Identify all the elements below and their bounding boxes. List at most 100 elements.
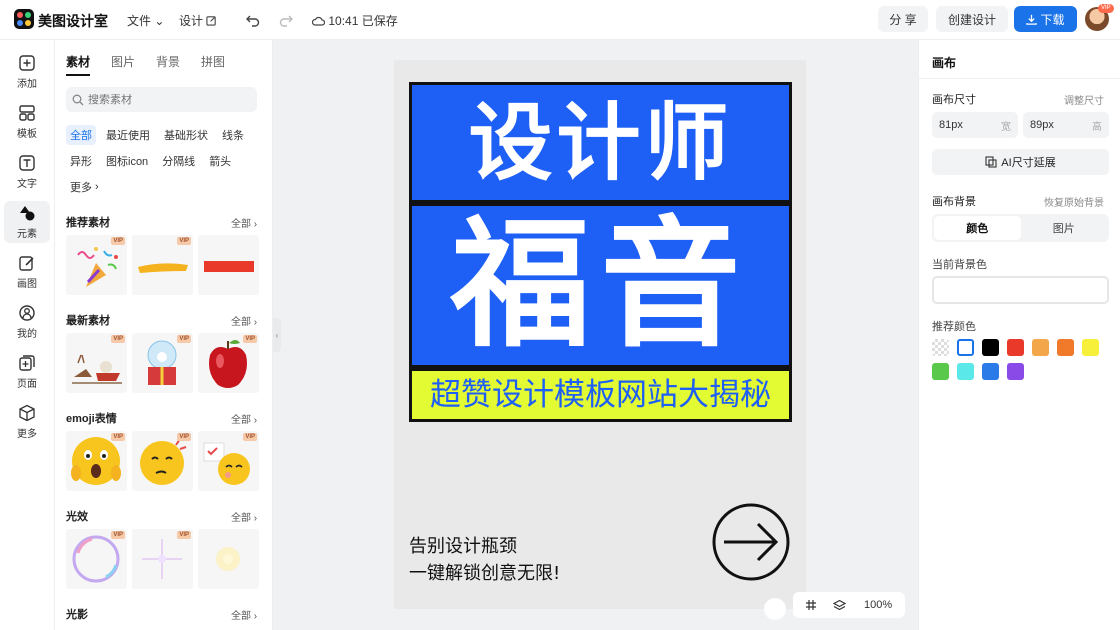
asset-tile-emoji-scared[interactable]: VIP [66,431,127,491]
search-box[interactable] [66,87,257,112]
collapse-panel-handle[interactable]: ‹ [273,318,281,352]
chip-recent[interactable]: 最近使用 [102,125,154,145]
chip-arrows[interactable]: 箭头 [205,151,235,171]
rail-item-elements[interactable]: 元素 [4,201,50,243]
cube-icon [19,404,35,422]
color-swatch[interactable] [982,339,999,356]
color-swatch[interactable] [1082,339,1099,356]
rail-item-template[interactable]: 模板 [4,101,50,143]
file-menu[interactable]: 文件 ⌄ [127,12,164,29]
asset-tile-yellow-stroke[interactable]: VIP [132,235,193,295]
restore-bg-link[interactable]: 恢复原始背景 [1044,194,1104,209]
toggle-color[interactable]: 颜色 [934,216,1021,240]
create-design-button[interactable]: 创建设计 [936,6,1008,32]
redo-icon[interactable] [276,10,296,30]
download-button[interactable]: 下载 [1014,6,1077,32]
asset-tile-red-bar[interactable] [198,235,259,295]
undo-icon[interactable] [243,10,263,30]
rail-item-more[interactable]: 更多 [4,401,50,443]
current-bg-color-field[interactable] [932,276,1109,304]
help-button[interactable] [764,598,786,620]
asset-tile-sleigh[interactable]: VIP [66,333,127,393]
asset-tile-emoji-checklist[interactable]: VIP [198,431,259,491]
design-menu[interactable]: 设计 [179,12,217,29]
share-button[interactable]: 分 享 [878,6,928,32]
color-swatch[interactable] [957,339,974,356]
filter-chips: 全部 最近使用 基础形状 线条 异形 图标icon 分隔线 箭头 更多 › [66,125,266,197]
tab-backgrounds[interactable]: 背景 [156,53,180,76]
headline-line2[interactable]: 福音 [409,203,792,368]
color-swatch[interactable] [1007,339,1024,356]
design-canvas[interactable]: 设计师 福音 超赞设计模板网站大揭秘 告别设计瓶颈 一键解锁创意无限! [394,60,806,609]
layers-icon[interactable] [833,599,846,612]
all-label: 全部 [231,611,251,622]
tab-collage[interactable]: 拼图 [201,53,225,76]
asset-tile-party-popper[interactable]: VIP [66,235,127,295]
rail-item-draw[interactable]: 画图 [4,251,50,293]
asset-tile-emoji-thinking[interactable]: VIP [132,431,193,491]
chip-basic-shapes[interactable]: 基础形状 [160,125,212,145]
zoom-level[interactable]: 100% [864,599,892,611]
canvas-bg-label: 画布背景 [932,196,976,208]
headline-line1[interactable]: 设计师 [409,82,792,203]
tab-materials[interactable]: 素材 [66,53,91,76]
asset-tile-sparkle[interactable]: VIP [132,529,193,589]
current-bg-label: 当前背景色 [932,259,987,271]
arrow-circle-icon[interactable] [712,503,790,581]
subheadline-banner[interactable]: 超赞设计模板网站大揭秘 [409,368,792,422]
chip-all[interactable]: 全部 [66,125,96,145]
width-field[interactable]: 81px 宽 [932,112,1018,138]
color-swatch[interactable] [1007,363,1024,380]
tagline-line2[interactable]: 一键解锁创意无限! [409,559,560,585]
chip-more[interactable]: 更多 › [66,177,103,197]
rail-label: 我的 [17,329,37,340]
adjust-size-link[interactable]: 调整尺寸 [1064,92,1104,107]
section-all-link[interactable]: 全部 › [231,313,257,328]
rail-item-pages[interactable]: 页面 [4,351,50,393]
asset-tile-glow[interactable] [198,529,259,589]
design-menu-label: 设计 [179,14,204,28]
chevron-down-icon: ⌄ [154,14,165,28]
tagline-line1[interactable]: 告别设计瓶颈 [409,532,517,558]
section-all-link[interactable]: 全部 › [231,509,257,524]
asset-tile-snow-globe[interactable]: VIP [132,333,193,393]
ai-extend-label: AI尺寸延展 [1001,157,1056,169]
grid-icon[interactable] [805,599,817,611]
app-logo-icon[interactable] [14,9,34,29]
chip-lines[interactable]: 线条 [218,125,248,145]
chip-dividers[interactable]: 分隔线 [158,151,199,171]
ai-extend-button[interactable]: AI尺寸延展 [932,149,1109,175]
section-title-latest: 最新素材 [66,315,110,327]
bg-type-toggle: 颜色 图片 [932,214,1109,242]
section-all-link[interactable]: 全部 › [231,411,257,426]
asset-tile-bubble[interactable]: VIP [66,529,127,589]
color-swatch[interactable] [932,363,949,380]
rail-label: 元素 [17,229,37,240]
rail-item-add[interactable]: 添加 [4,51,50,93]
color-swatch[interactable] [1032,339,1049,356]
color-swatch[interactable] [982,363,999,380]
rail-item-mine[interactable]: 我的 [4,301,50,343]
color-swatches [932,339,1112,380]
section-all-link[interactable]: 全部 › [231,607,257,622]
vip-tag: VIP [243,433,257,441]
rail-item-text[interactable]: 文字 [4,151,50,193]
height-value: 89px [1030,119,1054,131]
add-page-icon [19,355,35,371]
section-all-link[interactable]: 全部 › [231,215,257,230]
width-value: 81px [939,119,963,131]
chip-irregular[interactable]: 异形 [66,151,96,171]
search-input[interactable] [88,93,248,106]
asset-tile-apple[interactable]: VIP [198,333,259,393]
tab-images[interactable]: 图片 [111,53,135,76]
swatch-transparent[interactable] [932,339,949,356]
color-swatch[interactable] [1057,339,1074,356]
app-name[interactable]: 美图设计室 [38,11,108,31]
height-field[interactable]: 89px 高 [1023,112,1109,138]
all-label: 全部 [231,415,251,426]
color-swatch[interactable] [957,363,974,380]
rail-label: 更多 [17,429,37,440]
chip-icons[interactable]: 图标icon [102,151,152,171]
toggle-image[interactable]: 图片 [1021,216,1108,240]
vip-tag: VIP [111,531,125,539]
